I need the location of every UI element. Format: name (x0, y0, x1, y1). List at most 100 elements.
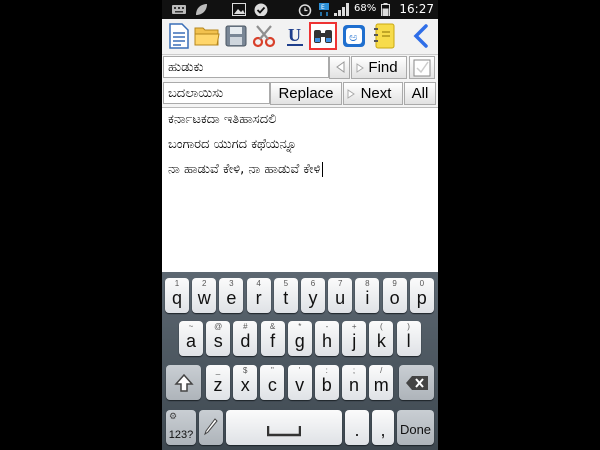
key-label: u (335, 288, 346, 308)
status-time: 16:27 (399, 2, 434, 16)
key-h[interactable]: -h (315, 321, 339, 356)
key-b[interactable]: :b (314, 365, 339, 400)
key-hint: 4 (256, 279, 261, 288)
done-label: Done (399, 422, 432, 437)
key-u[interactable]: 7u (328, 278, 353, 313)
handwriting-key[interactable] (199, 410, 223, 445)
replace-button[interactable]: Replace (270, 82, 342, 105)
underline-icon[interactable]: U (282, 22, 308, 50)
comma-key[interactable]: , (372, 410, 394, 445)
key-i[interactable]: 8i (355, 278, 380, 313)
comma-label: , (380, 420, 386, 440)
key-hint: * (298, 322, 302, 331)
find-prev-button[interactable] (329, 56, 350, 79)
key-e[interactable]: 3e (219, 278, 244, 313)
key-hint: $ (242, 366, 248, 375)
key-m[interactable]: / m (369, 365, 394, 400)
back-icon[interactable] (408, 22, 434, 50)
key-r[interactable]: 4r (246, 278, 271, 313)
editor-line-2: ಬಂಗಾರದ ಯುಗದ ಕಥೆಯನ್ನೂ (168, 137, 297, 152)
key-label: m (373, 375, 389, 395)
key-g[interactable]: * g (287, 321, 312, 356)
alarm-icon (298, 4, 312, 16)
replace-input[interactable]: ಬದಲಾಯಿಸು (163, 82, 270, 104)
key-label: c (267, 375, 277, 395)
key-a[interactable]: ~ a (179, 321, 203, 356)
toolbar: U ಅ (162, 19, 438, 55)
next-button[interactable]: Next (343, 82, 403, 105)
key-j[interactable]: + j (342, 321, 367, 356)
key-hint: 8 (365, 279, 370, 288)
key-hint: - (325, 322, 329, 331)
key-label: o (389, 288, 400, 308)
key-label: i (365, 288, 370, 308)
key-y[interactable]: 6y (301, 278, 325, 313)
key-o[interactable]: 9o (382, 278, 407, 313)
key-label: k (376, 331, 386, 351)
find-icon[interactable] (309, 22, 337, 50)
triangle-right-icon (356, 63, 364, 73)
key-q[interactable]: 1q (165, 278, 189, 313)
key-n[interactable]: ; n (342, 365, 366, 400)
key-d[interactable]: # d (233, 321, 258, 356)
backspace-key[interactable] (399, 365, 434, 400)
check-icon (254, 3, 268, 16)
key-w[interactable]: 2w (192, 278, 217, 313)
key-label: b (321, 375, 332, 395)
key-t[interactable]: 5t (273, 278, 298, 313)
key-hint: 0 (419, 279, 425, 288)
key-z[interactable]: _ z (206, 365, 230, 400)
period-key[interactable]: . (345, 410, 369, 445)
key-hint: _ (215, 366, 221, 375)
key-k[interactable]: (k (369, 321, 394, 356)
find-input[interactable]: ಹುಡುಕು (163, 56, 329, 78)
folder-icon[interactable] (193, 22, 221, 50)
backspace-icon (405, 376, 428, 390)
key-p[interactable]: 0p (409, 278, 434, 313)
key-l[interactable]: ) l (396, 321, 421, 356)
notebook-icon[interactable] (371, 22, 399, 50)
editor-line-3: ನಾ ಹಾಡುವೆ ಕೇಳಿ, ನಾ ಹಾಡುವೆ ಕೇಳಿ (168, 162, 323, 177)
status-bar: E 68% 16:27 (162, 0, 438, 19)
kannada-keyboard-icon[interactable]: ಅ (340, 22, 368, 50)
kannada-char: ಅ (349, 30, 358, 45)
find-options-checkbox[interactable] (409, 56, 435, 79)
key-label: e (226, 288, 237, 308)
key-x[interactable]: $ x (233, 365, 258, 400)
replace-row: ಬದಲಾಯಿಸು Replace Next All (162, 81, 438, 108)
period-label: . (354, 420, 360, 440)
replace-all-button[interactable]: All (404, 82, 436, 105)
document-icon[interactable] (166, 22, 192, 50)
key-label: t (283, 288, 289, 308)
save-icon[interactable] (223, 22, 249, 50)
find-button[interactable]: Find (351, 56, 407, 79)
key-hint: 1 (174, 279, 180, 288)
space-key[interactable] (226, 410, 342, 445)
image-icon (232, 3, 246, 16)
key-hint: " (270, 366, 274, 375)
key-hint: # (243, 322, 248, 331)
scissors-icon[interactable] (251, 22, 279, 50)
key-hint: ( (380, 322, 383, 331)
text-editor[interactable]: ಕರ್ನಾಟಕದಾ ಇತಿಹಾಸದಲಿ ಬಂಗಾರದ ಯುಗದ ಕಥೆಯನ್ನೂ… (162, 108, 438, 272)
key-label: v (295, 375, 305, 395)
find-row: ಹುಡುಕು Find (162, 55, 438, 81)
keyboard-notification-icon (172, 5, 186, 14)
key-hint: ; (352, 366, 356, 375)
shift-key[interactable] (166, 365, 201, 400)
key-hint: 7 (337, 279, 343, 288)
key-c[interactable]: " c (260, 365, 285, 400)
key-label: h (321, 331, 332, 351)
pen-icon (204, 418, 218, 436)
key-label: w (197, 288, 211, 308)
key-label: r (255, 288, 262, 308)
done-key[interactable]: Done (397, 410, 434, 445)
key-label: p (416, 288, 427, 308)
key-v[interactable]: ' v (287, 365, 312, 400)
editor-line-3-text: ನಾ ಹಾಡುವೆ ಕೇಳಿ, ನಾ ಹಾಡುವೆ ಕೇಳಿ (168, 162, 321, 177)
symbols-key[interactable]: ⚙ 123? (166, 410, 196, 445)
key-label: s (213, 331, 223, 351)
triangle-right-icon (347, 89, 355, 99)
key-f[interactable]: & f (260, 321, 285, 356)
key-s[interactable]: @ s (206, 321, 231, 356)
